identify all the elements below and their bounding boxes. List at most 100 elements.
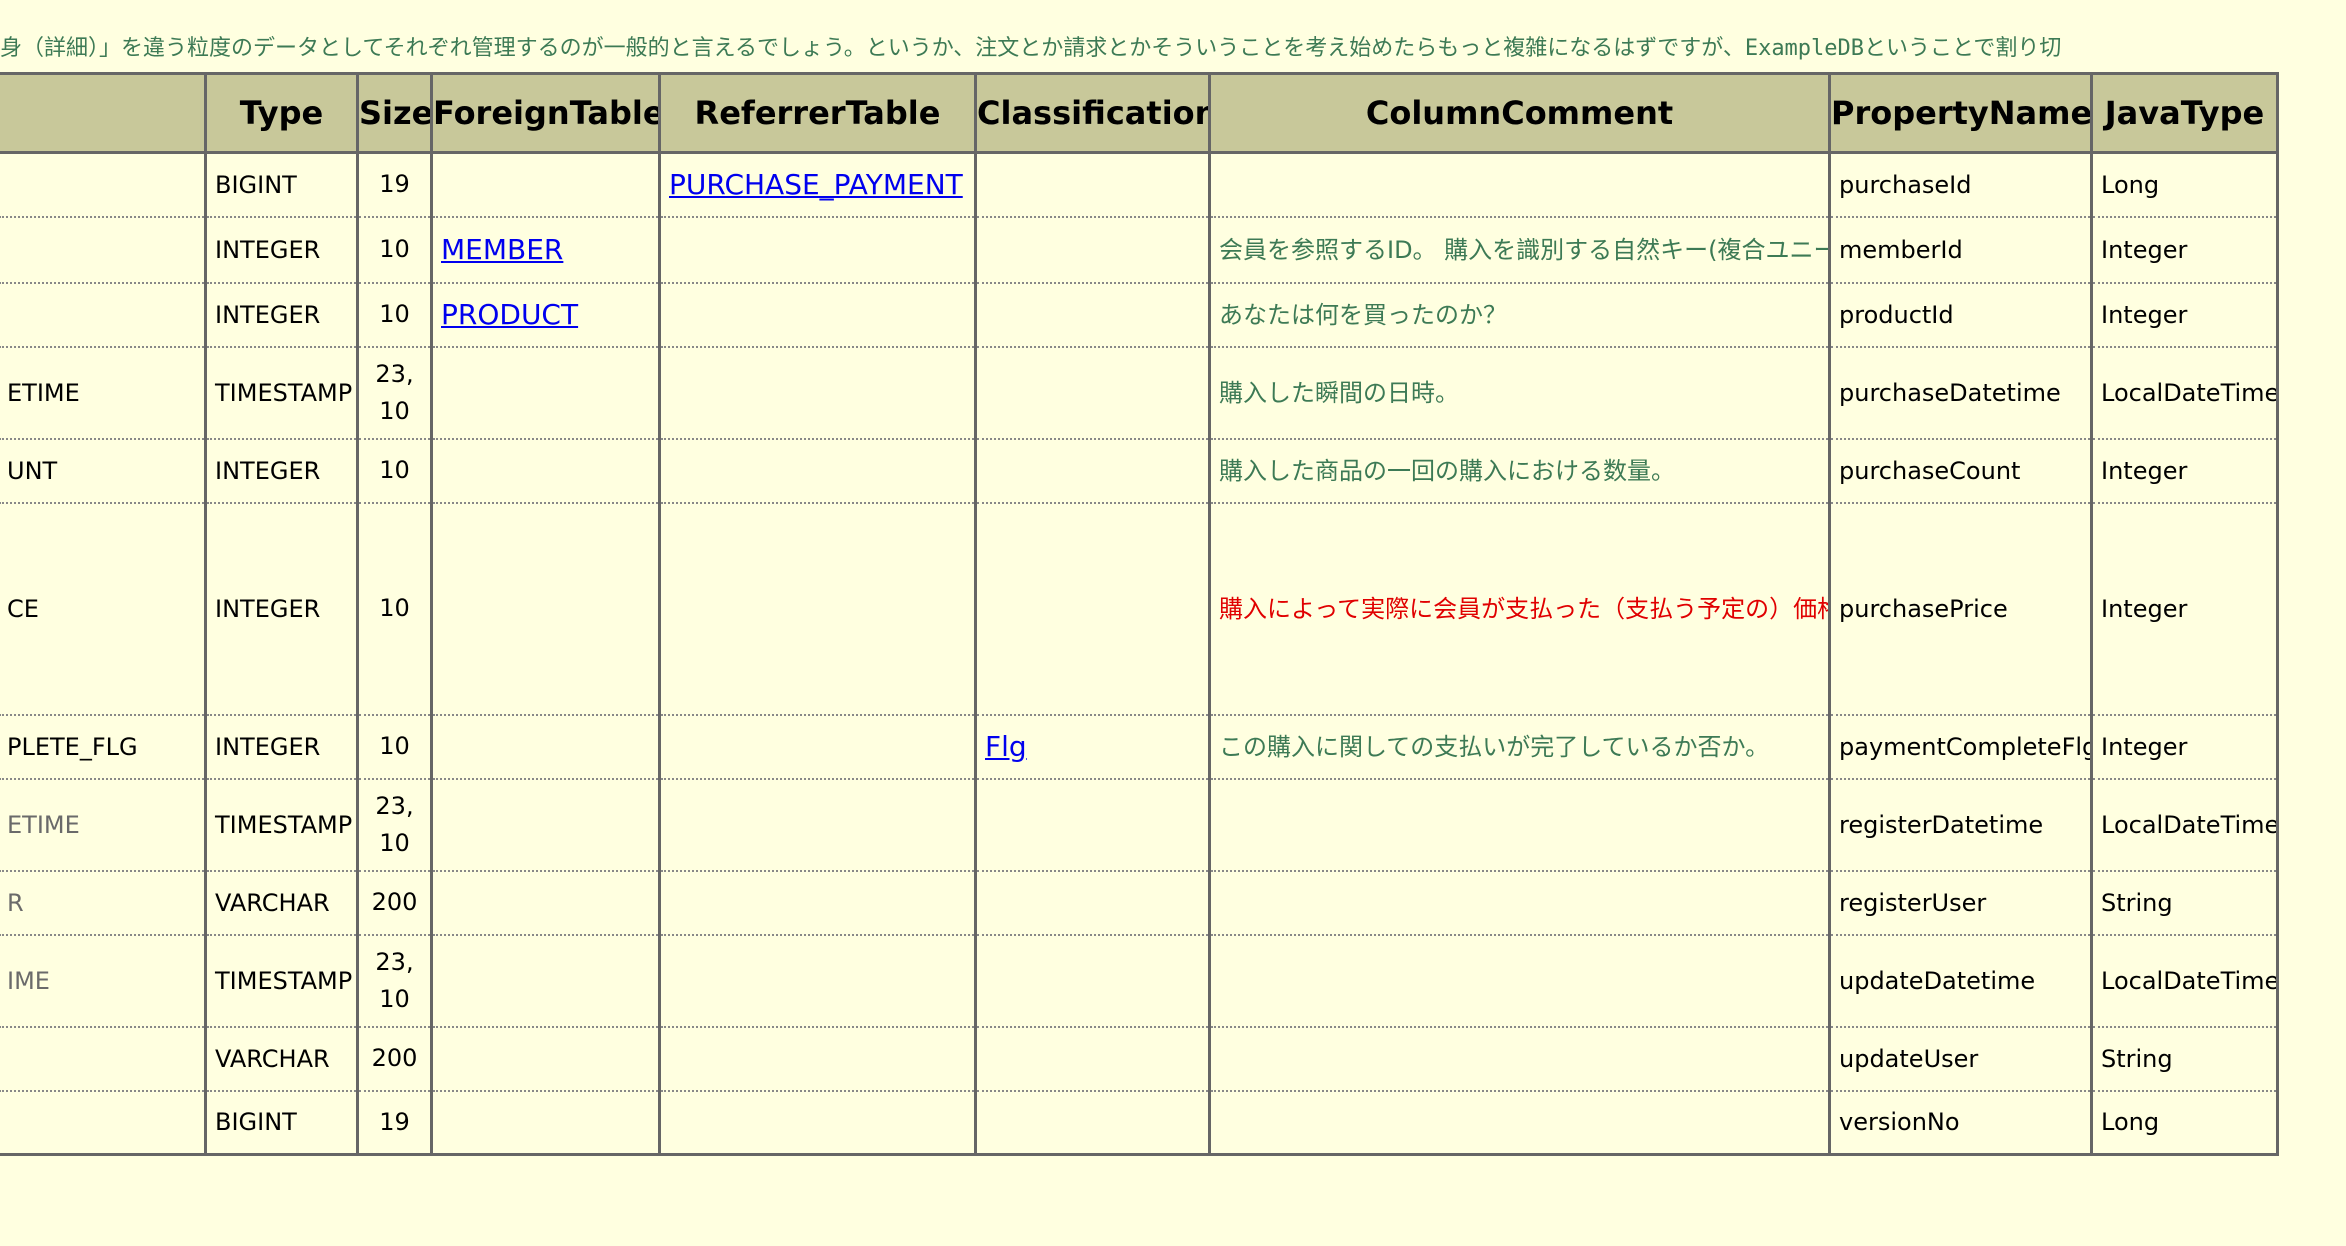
- table-row: ETIME TIMESTAMP 23, 10 購入した瞬間の日時。 purchaseDa…: [0, 346, 2279, 440]
- type-cell: TIMESTAMP: [204, 778, 359, 872]
- header-column-comment: ColumnComment: [1208, 72, 1831, 154]
- classification-cell: [974, 152, 1211, 218]
- referrer-table-cell: [658, 346, 977, 440]
- size-cell: 10: [356, 216, 433, 284]
- foreign-table-cell: PRODUCT: [430, 282, 661, 348]
- size-cell: 10: [356, 282, 433, 348]
- table-row: CEINTEGER10 購入によって実際に会員が支払った（支払う予定の）価格。 さ…: [0, 502, 2279, 716]
- column-comment-cell: [1208, 934, 1831, 1028]
- referrer-table-cell: [658, 870, 977, 936]
- classification-cell: [974, 778, 1211, 872]
- foreign-table-link[interactable]: PRODUCT: [441, 298, 578, 331]
- header-type: Type: [204, 72, 359, 154]
- header-column-name: [0, 72, 207, 154]
- referrer-table-cell: [658, 502, 977, 716]
- classification-cell: [974, 438, 1211, 504]
- size-cell: 10: [356, 502, 433, 716]
- column-table: Type Size ForeignTable ReferrerTable Cla…: [0, 72, 2279, 1156]
- property-name-cell: paymentCompleteFlg: [1828, 714, 2093, 780]
- classification-link[interactable]: Flg: [985, 730, 1027, 763]
- header-classification: Classification: [974, 72, 1211, 154]
- classification-cell: [974, 1026, 1211, 1092]
- property-name-cell: purchaseCount: [1828, 438, 2093, 504]
- table-row: BIGINT 19 versionNo Long: [0, 1090, 2279, 1156]
- column-name-cell: IME: [0, 934, 207, 1028]
- java-type-cell: Integer: [2090, 502, 2279, 716]
- property-name-cell: purchasePrice: [1828, 502, 2093, 716]
- size-cell: 10: [356, 438, 433, 504]
- type-cell: INTEGER: [204, 714, 359, 780]
- foreign-table-cell: [430, 870, 661, 936]
- java-type-cell: Integer: [2090, 438, 2279, 504]
- column-comment-cell: [1208, 870, 1831, 936]
- referrer-table-cell: [658, 216, 977, 284]
- property-name-cell: versionNo: [1828, 1090, 2093, 1156]
- column-comment-cell: 購入によって実際に会員が支払った（支払う予定の）価格。 さあ、ここでコンフリクト…: [1208, 502, 1831, 716]
- table-row: R VARCHAR 200 registerUser String: [0, 870, 2279, 936]
- column-name-cell: CE: [0, 502, 207, 716]
- column-name-cell: R: [0, 870, 207, 936]
- type-cell: VARCHAR: [204, 1026, 359, 1092]
- type-cell: INTEGER: [204, 282, 359, 348]
- column-name-cell: [0, 1026, 207, 1092]
- column-name-cell: [0, 216, 207, 284]
- type-cell: VARCHAR: [204, 870, 359, 936]
- property-name-cell: productId: [1828, 282, 2093, 348]
- column-comment-cell: [1208, 1026, 1831, 1092]
- foreign-table-link[interactable]: MEMBER: [441, 233, 563, 266]
- referrer-table-cell: PURCHASE_PAYMENT: [658, 152, 977, 218]
- type-cell: INTEGER: [204, 216, 359, 284]
- java-type-cell: LocalDateTime: [2090, 346, 2279, 440]
- header-java-type: JavaType: [2090, 72, 2279, 154]
- table-row: INTEGER 10 PRODUCT あなたは何を買ったのか？ productId Int…: [0, 282, 2279, 348]
- foreign-table-cell: [430, 714, 661, 780]
- referrer-table-cell: [658, 714, 977, 780]
- column-comment-cell: 購入した商品の一回の購入における数量。: [1208, 438, 1831, 504]
- foreign-table-cell: [430, 778, 661, 872]
- classification-cell: [974, 346, 1211, 440]
- type-cell: BIGINT: [204, 152, 359, 218]
- foreign-table-cell: [430, 438, 661, 504]
- classification-cell: [974, 502, 1211, 716]
- column-comment-cell: 購入した瞬間の日時。: [1208, 346, 1831, 440]
- column-comment-cell: [1208, 1090, 1831, 1156]
- referrer-table-link[interactable]: PURCHASE_PAYMENT: [669, 168, 963, 201]
- header-property-name: PropertyName: [1828, 72, 2093, 154]
- property-name-cell: updateUser: [1828, 1026, 2093, 1092]
- type-cell: TIMESTAMP: [204, 934, 359, 1028]
- property-name-cell: updateDatetime: [1828, 934, 2093, 1028]
- property-name-cell: purchaseId: [1828, 152, 2093, 218]
- classification-cell: [974, 282, 1211, 348]
- size-cell: 23, 10: [356, 778, 433, 872]
- header-size: Size: [356, 72, 433, 154]
- table-row: IME TIMESTAMP 23, 10 updateDatetime LocalDat…: [0, 934, 2279, 1028]
- column-name-cell: UNT: [0, 438, 207, 504]
- column-comment-cell: あなたは何を買ったのか？: [1208, 282, 1831, 348]
- foreign-table-cell: [430, 1090, 661, 1156]
- java-type-cell: LocalDateTime: [2090, 778, 2279, 872]
- classification-cell: [974, 1090, 1211, 1156]
- property-name-cell: registerDatetime: [1828, 778, 2093, 872]
- column-comment-cell: [1208, 778, 1831, 872]
- table-row: PLETE_FLG INTEGER 10 Flg この購入に関しての支払いが完了している…: [0, 714, 2279, 780]
- column-name-cell: ETIME: [0, 778, 207, 872]
- foreign-table-cell: [430, 346, 661, 440]
- column-comment-cell: この購入に関しての支払いが完了しているか否か。: [1208, 714, 1831, 780]
- classification-cell: [974, 870, 1211, 936]
- foreign-table-cell: [430, 1026, 661, 1092]
- size-cell: 200: [356, 1026, 433, 1092]
- column-name-cell: [0, 1090, 207, 1156]
- referrer-table-cell: [658, 778, 977, 872]
- size-cell: 19: [356, 1090, 433, 1156]
- java-type-cell: String: [2090, 1026, 2279, 1092]
- header-referrer-table: ReferrerTable: [658, 72, 977, 154]
- header-foreign-table: ForeignTable: [430, 72, 661, 154]
- column-name-cell: PLETE_FLG: [0, 714, 207, 780]
- column-comment-cell: 会員を参照するID。 購入を識別する自然キー(複合ユニーク制約)の筆頭要素。: [1208, 216, 1831, 284]
- property-name-cell: purchaseDatetime: [1828, 346, 2093, 440]
- size-cell: 10: [356, 714, 433, 780]
- referrer-table-cell: [658, 934, 977, 1028]
- referrer-table-cell: [658, 1026, 977, 1092]
- property-name-cell: registerUser: [1828, 870, 2093, 936]
- classification-cell: [974, 216, 1211, 284]
